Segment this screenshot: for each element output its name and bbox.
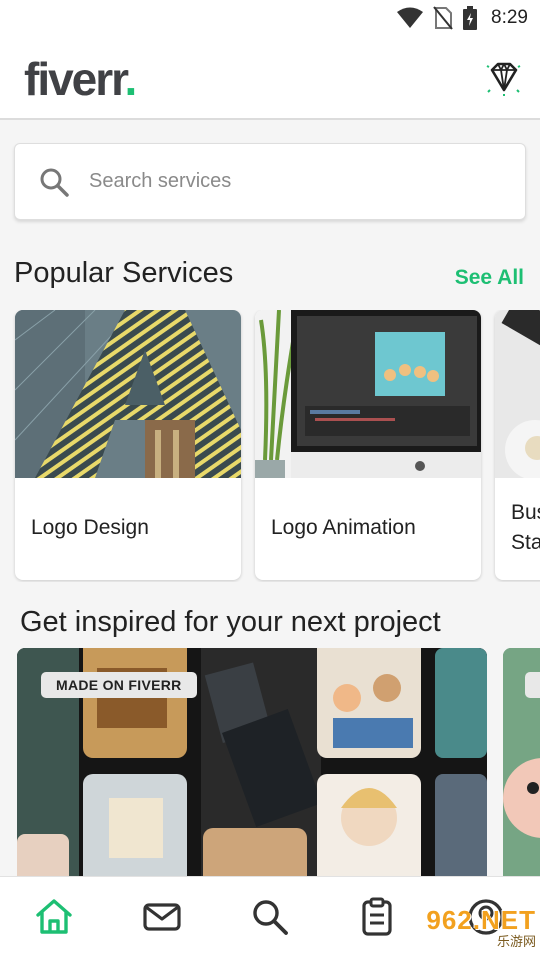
see-all-link[interactable]: See All bbox=[455, 266, 524, 290]
search-nav-icon[interactable] bbox=[250, 897, 290, 937]
inspire-section-title: Get inspired for your next project bbox=[20, 606, 441, 638]
logo-text: fiverr bbox=[24, 53, 127, 105]
inspire-card-next[interactable] bbox=[503, 648, 540, 878]
status-bar: 8:29 bbox=[0, 0, 540, 36]
site-watermark: 962.NET 乐游网 bbox=[402, 906, 536, 956]
clock: 8:29 bbox=[491, 7, 528, 28]
popular-services-title: Popular Services bbox=[14, 257, 234, 289]
inbox-icon[interactable] bbox=[142, 897, 182, 937]
logo-design-image bbox=[15, 310, 241, 478]
app-bar: fiverr. bbox=[0, 36, 540, 120]
fiverr-logo[interactable]: fiverr. bbox=[24, 52, 138, 106]
wifi-icon bbox=[397, 7, 424, 28]
search-bar[interactable] bbox=[14, 143, 526, 220]
logo-dot: . bbox=[124, 53, 138, 105]
diamond-icon[interactable] bbox=[484, 58, 524, 98]
inspire-card[interactable]: MADE ON FIVERR bbox=[17, 648, 487, 878]
service-card-label: Logo Animation bbox=[271, 516, 416, 539]
service-card-label: Logo Design bbox=[31, 516, 149, 539]
popular-services-carousel[interactable]: Logo Design Logo Animation Bu Sta bbox=[0, 310, 540, 582]
search-icon bbox=[40, 168, 69, 197]
service-card-label: Bus Sta bbox=[511, 501, 540, 554]
made-on-fiverr-badge: MADE ON FIVERR bbox=[41, 672, 197, 698]
inspire-carousel[interactable]: MADE ON FIVERR bbox=[0, 648, 540, 878]
watermark-main: 962.NET bbox=[426, 905, 536, 935]
service-card-logo-animation[interactable]: Logo Animation bbox=[255, 310, 481, 580]
search-input[interactable] bbox=[87, 169, 491, 194]
orders-icon[interactable] bbox=[358, 897, 398, 937]
watermark-sub: 乐游网 bbox=[496, 934, 536, 949]
battery-icon bbox=[463, 6, 478, 30]
no-sim-icon bbox=[433, 6, 453, 30]
logo-animation-image bbox=[255, 310, 481, 478]
service-card-business-stationery[interactable]: Bus Sta bbox=[495, 310, 540, 580]
service-card-logo-design[interactable]: Logo Design bbox=[15, 310, 241, 580]
home-icon[interactable] bbox=[34, 897, 74, 937]
business-stationery-image bbox=[495, 310, 540, 478]
